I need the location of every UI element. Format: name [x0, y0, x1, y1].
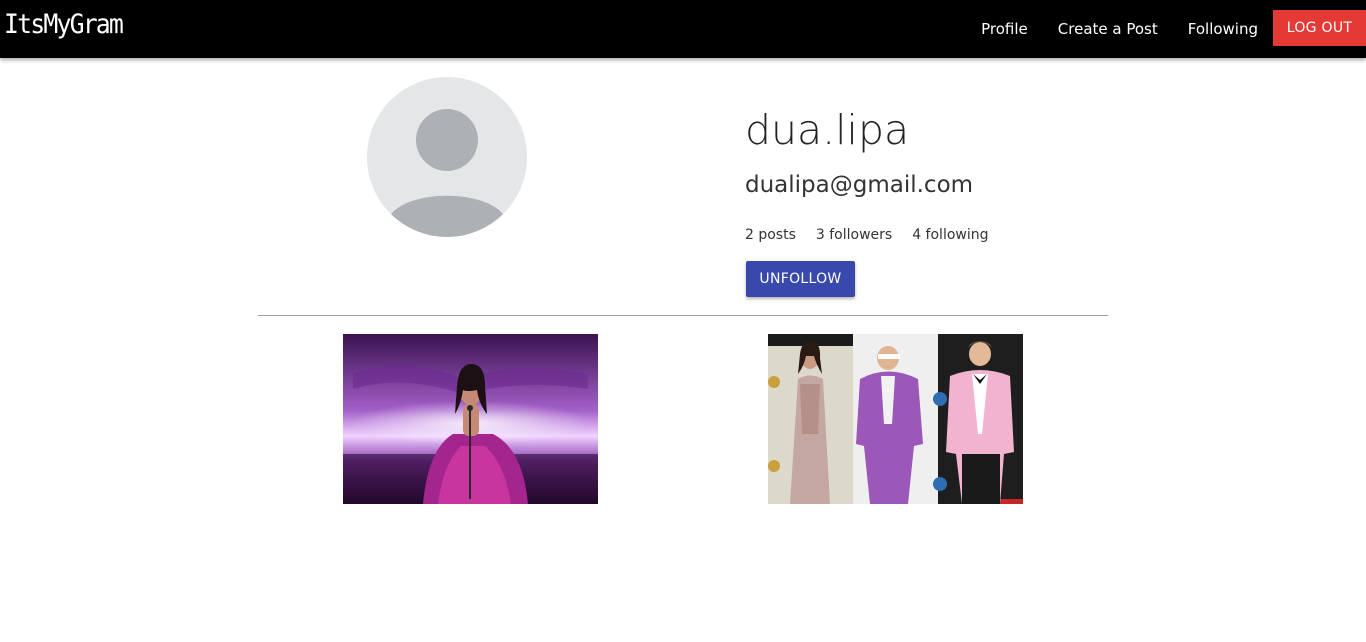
nav-link-profile[interactable]: Profile [981, 20, 1028, 38]
following-count[interactable]: 4 following [912, 227, 988, 243]
unfollow-button[interactable]: UNFOLLOW [746, 261, 855, 297]
profile-username: dua.lipa [745, 106, 910, 154]
navbar: ItsMyGram Profile Create a Post Followin… [0, 0, 1366, 58]
nav-links: Profile Create a Post Following LOG OUT [981, 0, 1366, 58]
post-thumbnail[interactable] [768, 334, 1023, 504]
purple-stage-photo-icon [343, 334, 598, 504]
followers-count[interactable]: 3 followers [816, 227, 892, 243]
nav-link-following[interactable]: Following [1188, 20, 1258, 38]
brand-logo[interactable]: ItsMyGram [4, 9, 124, 40]
profile-email: dualipa@gmail.com [745, 172, 974, 198]
posts-count: 2 posts [745, 227, 796, 243]
profile-stats: 2 posts 3 followers 4 following [745, 227, 1009, 243]
logout-button[interactable]: LOG OUT [1273, 10, 1366, 46]
nav-link-create-post[interactable]: Create a Post [1058, 20, 1158, 38]
default-user-icon [367, 77, 527, 237]
avatar [367, 77, 527, 237]
divider [258, 315, 1108, 316]
red-carpet-photo-icon [768, 334, 1023, 504]
post-thumbnail[interactable] [343, 334, 598, 504]
